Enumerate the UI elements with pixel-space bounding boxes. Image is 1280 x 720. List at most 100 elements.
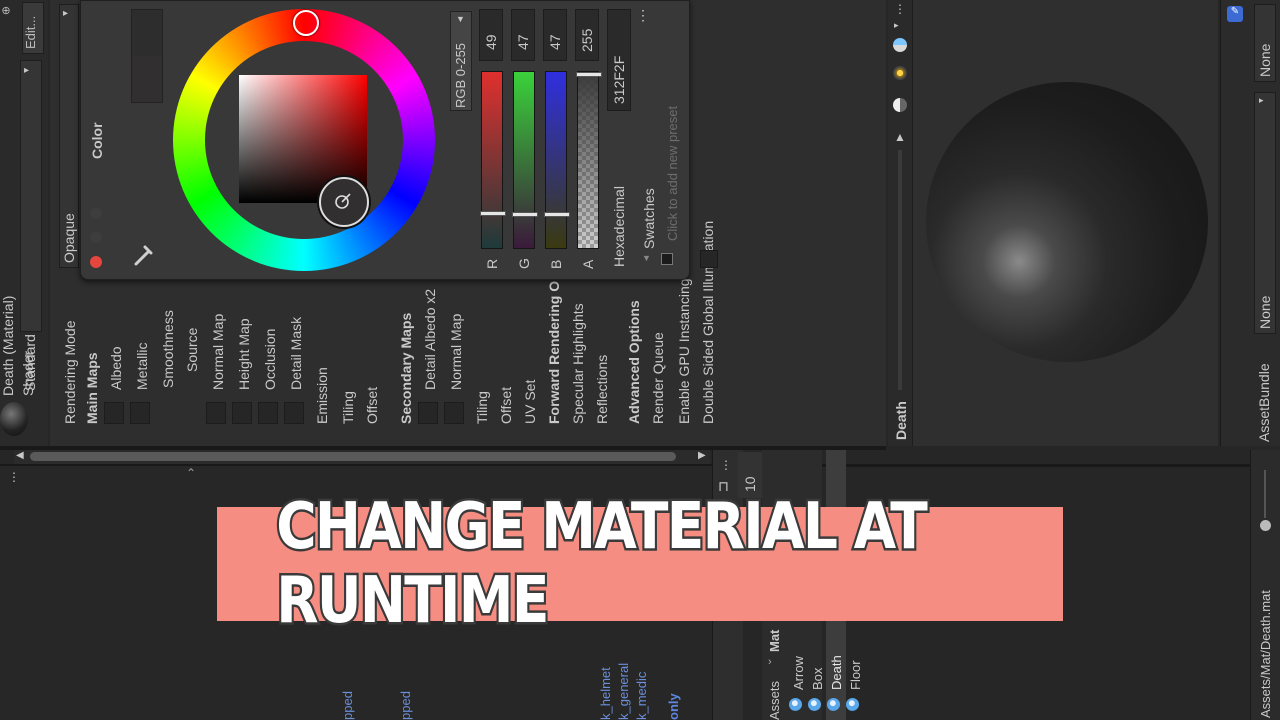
prop-render-queue: Render Queue [650,332,666,424]
current-color-swatch [132,56,162,102]
chevron-right-icon: ▸ [24,65,30,76]
detail-normal-slot[interactable] [444,402,464,424]
lock-icon[interactable]: ⊕ [0,4,12,17]
zoom-track[interactable] [1264,470,1266,518]
chevron-right-icon: ▸ [1259,95,1264,105]
swatches-label[interactable]: Swatches [641,188,657,249]
asset-item-selected[interactable]: Death [829,655,845,690]
more-options-icon[interactable]: ⋮ [894,2,906,16]
hierarchy-item[interactable]: pped [340,691,356,720]
preset-dot[interactable] [90,231,102,243]
detail-albedo-slot[interactable] [418,402,438,424]
rendering-mode-dropdown[interactable]: ▸ Opaque [59,4,79,268]
double-sided-checkbox[interactable] [700,250,718,268]
r-value-field[interactable]: 49 [479,9,503,61]
material-name: Death (Material) [0,295,16,396]
a-slider-handle[interactable] [576,72,602,77]
hierarchy-item[interactable]: only [666,693,682,720]
eyedropper-icon[interactable] [133,243,155,267]
swatch-preset[interactable] [661,253,673,265]
breadcrumb-separator-icon: › [768,656,772,668]
prop-offset: Offset [364,386,380,424]
color-preview [131,9,163,103]
hex-input[interactable]: 312F2F [607,9,631,111]
color-mode-dropdown[interactable]: RGB 0-255 ▼ [450,11,472,111]
preview-vertical-track[interactable] [898,150,902,390]
prop-normal-map: Normal Map [210,313,226,390]
shader-dropdown[interactable]: ▸ Standard [20,60,42,391]
arrow-left-icon: ◀ [16,450,24,461]
prop-detail-normal-map: Normal Map [448,313,464,390]
g-slider-handle[interactable] [512,212,538,217]
b-slider-handle[interactable] [544,212,570,217]
horizontal-scrollbar[interactable]: ◀ ▶ [14,450,710,464]
r-label: R [484,258,500,269]
pencil-icon[interactable]: ✎ [1227,6,1243,22]
arrow-up-icon[interactable]: ▲ [894,130,906,144]
r-slider[interactable] [480,71,506,249]
material-icon [827,698,840,711]
preset-dot-red[interactable] [90,256,102,268]
hue-handle[interactable] [293,10,319,36]
asset-path: Assets/Mat/Death.mat [1258,590,1273,718]
g-slider[interactable] [512,71,538,249]
asset-item[interactable]: Floor [848,660,864,690]
hierarchy-item[interactable]: pped [398,691,414,720]
b-slider[interactable] [544,71,570,249]
alpha-gradient [578,72,598,248]
prop-detail-mask: Detail Mask [288,316,304,390]
a-value-field[interactable]: 255 [575,9,599,61]
prop-gpu-instancing: Enable GPU Instancing [676,278,692,424]
asset-item[interactable]: Arrow [791,656,807,690]
r-slider-handle[interactable] [480,211,506,216]
preview-label: Death [893,401,909,440]
light-icon[interactable] [893,66,907,80]
albedo-texture-slot[interactable] [104,402,124,424]
height-map-slot[interactable] [232,402,252,424]
scrollbar-thumb[interactable] [30,452,676,461]
background-toggle-icon[interactable] [893,98,907,112]
triangle-down-icon: ▼ [642,253,651,263]
normal-map-slot[interactable] [206,402,226,424]
prop-advanced-options: Advanced Options [626,300,642,424]
b-label: B [548,259,564,269]
chevron-right-icon[interactable]: ▸ [894,20,899,31]
metallic-texture-slot[interactable] [130,402,150,424]
more-options-icon[interactable]: ⋮ [720,458,732,472]
more-options-icon[interactable]: ⋮ [8,470,20,484]
g-value-field[interactable]: 47 [511,9,535,61]
preset-dot[interactable] [90,207,102,219]
prop-secondary-maps: Secondary Maps [398,312,414,424]
material-preview-sphere[interactable] [926,82,1208,362]
prop-smoothness: Smoothness [160,310,176,388]
breadcrumb-root[interactable]: Assets [767,681,783,720]
a-label: A [580,259,596,269]
hierarchy-item[interactable]: k_general [616,663,632,720]
hierarchy-item[interactable]: k_medic [634,672,650,720]
asset-variant-dropdown[interactable]: ▸ None [1254,92,1276,334]
sphere-preview-icon[interactable] [893,38,907,52]
b-value-field[interactable]: 47 [543,9,567,61]
prop-tiling: Tiling [340,391,356,424]
prop-albedo: Albedo [108,346,124,390]
title-banner: CHANGE MATERIAL AT RUNTIME [217,488,1063,641]
more-options-icon[interactable]: ⋮ [636,7,650,24]
color-label: Color [89,122,105,159]
prop-detail-albedo: Detail Albedo x2 [422,288,438,390]
hierarchy-item[interactable]: k_helmet [598,667,614,720]
asset-item[interactable]: Box [810,668,826,690]
chevron-up-icon[interactable]: ⌃ [186,466,196,480]
banner-title: CHANGE MATERIAL AT RUNTIME [274,488,930,641]
asset-bundle-dropdown[interactable]: None [1254,4,1276,82]
detail-mask-slot[interactable] [284,402,304,424]
zoom-slider-handle[interactable] [1260,520,1271,531]
swatches-hint: Click to add new preset [665,105,680,241]
a-slider[interactable] [576,71,602,249]
occlusion-slot[interactable] [258,402,278,424]
material-icon [808,698,821,711]
edit-button[interactable]: Edit... [22,2,44,54]
prop-emission: Emission [314,367,330,424]
prop-offset-2: Offset [498,386,514,424]
sv-handle[interactable] [319,177,369,227]
prop-uv-set: UV Set [522,379,538,424]
